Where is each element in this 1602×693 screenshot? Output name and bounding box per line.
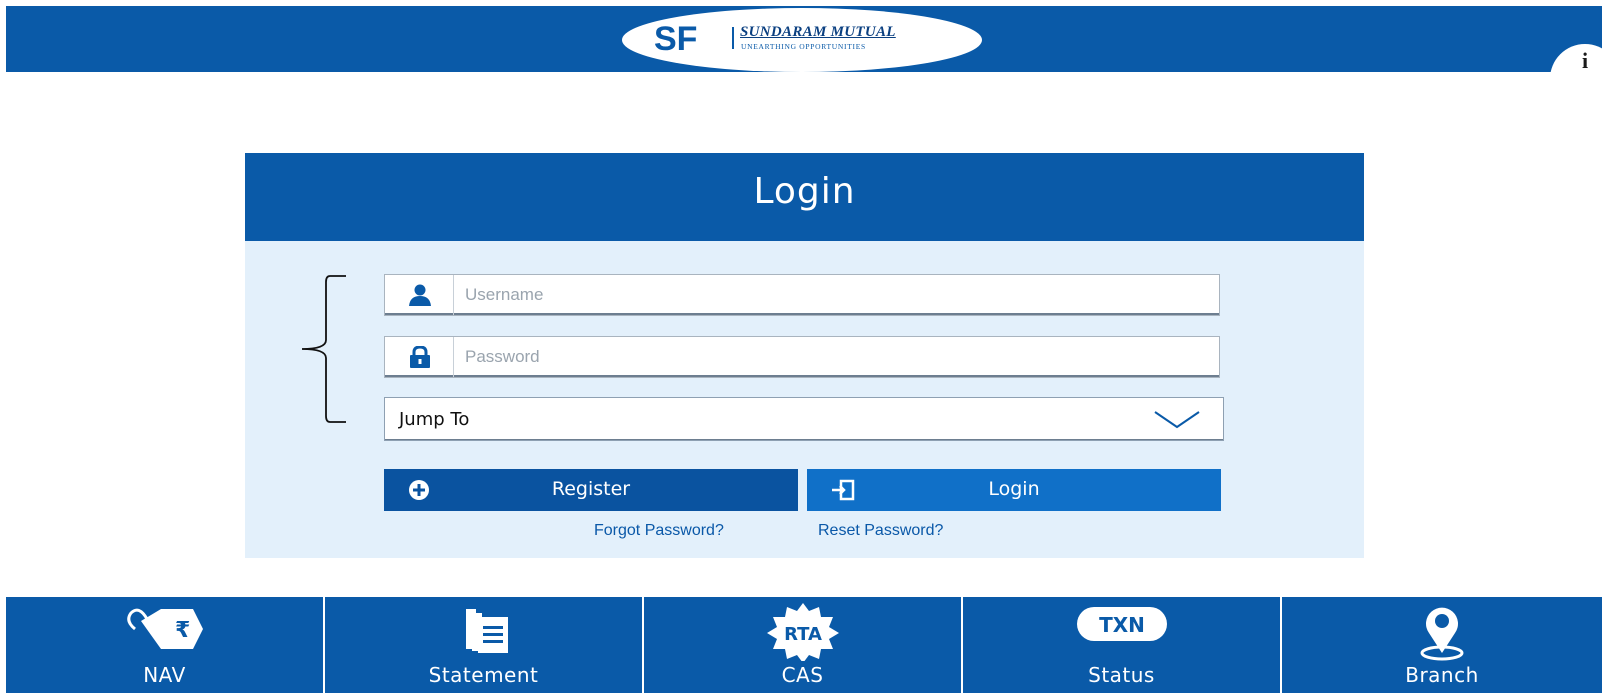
statement-icon (465, 609, 508, 653)
login-button-label: Login (988, 478, 1040, 500)
nav-item-status[interactable]: TXN Status (963, 597, 1282, 693)
login-button[interactable]: Login (807, 469, 1221, 511)
jump-to-label: Jump To (399, 409, 470, 430)
chevron-down-icon (1154, 411, 1200, 429)
curly-brace-annotation (301, 275, 346, 423)
nav-item-statement[interactable]: Statement (325, 597, 644, 693)
logo-separator (732, 27, 734, 49)
nav-label: Branch (1405, 663, 1479, 687)
lock-icon (385, 337, 454, 377)
register-button[interactable]: Register (384, 469, 798, 511)
forgot-password-link[interactable]: Forgot Password? (594, 522, 724, 540)
brand-tagline: UNEARTHING OPPORTUNITIES (741, 42, 866, 51)
svg-text:₹: ₹ (175, 618, 190, 643)
nav-item-branch[interactable]: Branch (1282, 597, 1602, 693)
svg-text:SF: SF (654, 20, 697, 54)
password-input[interactable] (465, 345, 1185, 369)
login-title: Login (753, 171, 856, 212)
rta-badge-icon: RTA (766, 603, 839, 661)
password-field[interactable] (384, 336, 1220, 378)
rupee-tag-icon: ₹ (126, 608, 203, 649)
nav-item-cas[interactable]: RTA CAS (644, 597, 963, 693)
nav-item-nav[interactable]: ₹ NAV (6, 597, 325, 693)
register-label: Register (551, 478, 631, 500)
username-input[interactable] (465, 283, 1185, 307)
brand-name: SUNDARAM MUTUAL (740, 24, 896, 40)
bottom-nav: ₹ NAV Statement RTA CAS TXN Status Branc… (6, 597, 1602, 693)
info-icon: i (1582, 48, 1589, 73)
location-pin-icon (1420, 607, 1464, 661)
username-field[interactable] (384, 274, 1220, 316)
nav-label: NAV (143, 663, 186, 687)
login-card-header: Login (245, 153, 1364, 241)
nav-label: CAS (781, 663, 824, 687)
svg-text:TXN: TXN (1099, 613, 1145, 637)
svg-text:RTA: RTA (784, 624, 822, 645)
nav-label: Statement (428, 663, 539, 687)
jump-to-select[interactable]: Jump To (384, 397, 1224, 441)
nav-label: Status (1088, 663, 1155, 687)
sf-logo-mark: SF (654, 20, 697, 54)
reset-password-link[interactable]: Reset Password? (818, 522, 943, 540)
txn-badge-icon: TXN (1076, 607, 1167, 641)
user-icon (385, 275, 454, 315)
